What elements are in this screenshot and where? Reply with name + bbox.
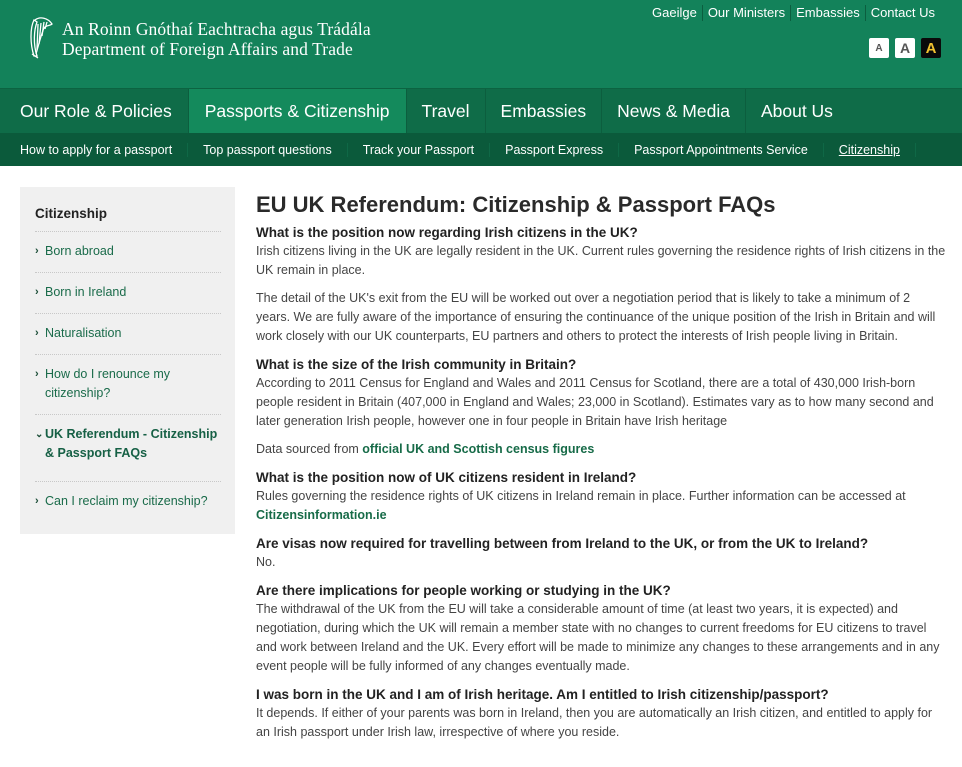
- faq-item: I was born in the UK and I am of Irish h…: [256, 685, 946, 742]
- utility-nav: Gaeilge Our Ministers Embassies Contact …: [647, 5, 940, 21]
- chevron-right-icon: ›: [35, 495, 39, 507]
- answer-text: Rules governing the residence rights of …: [256, 489, 906, 503]
- util-link-embassies[interactable]: Embassies: [790, 5, 865, 21]
- logo-line-english: Department of Foreign Affairs and Trade: [62, 39, 353, 59]
- dfa-logo-link[interactable]: An Roinn Gnóthaí Eachtracha agus Trádála…: [28, 14, 371, 60]
- faq-question: What is the size of the Irish community …: [256, 357, 577, 372]
- site-header: An Roinn Gnóthaí Eachtracha agus Trádála…: [0, 0, 962, 88]
- citizens-information-link[interactable]: Citizensinformation.ie: [256, 508, 387, 522]
- logo-line-irish: An Roinn Gnóthaí Eachtracha agus Trádála: [62, 19, 371, 39]
- sidebar-item-naturalisation[interactable]: › Naturalisation: [35, 314, 221, 355]
- faq-answer: Rules governing the residence rights of …: [256, 487, 946, 525]
- faq-question: Are visas now required for travelling be…: [256, 536, 869, 551]
- sidebar-item-reclaim[interactable]: › Can I reclaim my citizenship?: [35, 482, 221, 522]
- sidebar-item-label: UK Referendum - Citizenship & Passport F…: [45, 427, 218, 460]
- text-size-large-button[interactable]: A: [895, 38, 915, 58]
- harp-icon: [30, 17, 53, 59]
- util-link-contact-us[interactable]: Contact Us: [864, 5, 940, 21]
- text-size-small-button[interactable]: A: [869, 38, 889, 58]
- sidebar-item-renounce[interactable]: › How do I renounce my citizenship?: [35, 355, 221, 415]
- subnav-citizenship[interactable]: Citizenship: [824, 142, 916, 157]
- util-link-gaeilge[interactable]: Gaeilge: [647, 5, 702, 21]
- source-prefix: Data sourced from: [256, 442, 363, 456]
- faq-source: Data sourced from official UK and Scotti…: [256, 440, 946, 459]
- faq-answer: Irish citizens living in the UK are lega…: [256, 244, 946, 277]
- subnav-passport-express[interactable]: Passport Express: [490, 142, 620, 157]
- sidebar-item-label: Born in Ireland: [45, 285, 127, 299]
- sidebar: Citizenship › Born abroad › Born in Irel…: [20, 187, 235, 534]
- sidebar-item-born-in-ireland[interactable]: › Born in Ireland: [35, 273, 221, 314]
- main-content: EU UK Referendum: Citizenship & Passport…: [256, 187, 946, 751]
- nav-about-us[interactable]: About Us: [746, 89, 848, 133]
- faq-item: Are there implications for people workin…: [256, 581, 946, 676]
- page-content: Citizenship › Born abroad › Born in Irel…: [0, 166, 962, 751]
- nav-our-role-policies[interactable]: Our Role & Policies: [0, 89, 189, 133]
- nav-passports-citizenship[interactable]: Passports & Citizenship: [188, 89, 407, 133]
- nav-travel[interactable]: Travel: [407, 89, 486, 133]
- faq-question: What is the position now regarding Irish…: [256, 225, 638, 240]
- sidebar-item-uk-referendum[interactable]: ⌄ UK Referendum - Citizenship & Passport…: [35, 415, 221, 482]
- sidebar-title: Citizenship: [35, 199, 221, 232]
- census-figures-link[interactable]: official UK and Scottish census figures: [362, 442, 594, 456]
- text-size-controls: A A A: [869, 38, 941, 58]
- faq-item: Are visas now required for travelling be…: [256, 534, 946, 572]
- sidebar-item-label: Born abroad: [45, 244, 114, 258]
- subnav-how-to-apply[interactable]: How to apply for a passport: [0, 142, 189, 157]
- sidebar-item-label: How do I renounce my citizenship?: [45, 367, 171, 400]
- faq-answer: According to 2011 Census for England and…: [256, 376, 934, 428]
- subnav-track-passport[interactable]: Track your Passport: [348, 142, 491, 157]
- chevron-right-icon: ›: [35, 245, 39, 257]
- faq-question: Are there implications for people workin…: [256, 583, 671, 598]
- high-contrast-button[interactable]: A: [921, 38, 941, 58]
- faq-answer: The withdrawal of the UK from the EU wil…: [256, 602, 940, 673]
- faq-item: What is the size of the Irish community …: [256, 355, 946, 459]
- faq-answer: No.: [256, 555, 276, 569]
- faq-answer: It depends. If either of your parents wa…: [256, 706, 933, 739]
- util-link-our-ministers[interactable]: Our Ministers: [701, 5, 790, 21]
- chevron-right-icon: ›: [35, 327, 39, 339]
- sidebar-item-label: Naturalisation: [45, 326, 122, 340]
- faq-question: I was born in the UK and I am of Irish h…: [256, 687, 829, 702]
- faq-item: What is the position now of UK citizens …: [256, 468, 946, 525]
- sidebar-item-label: Can I reclaim my citizenship?: [45, 494, 208, 508]
- faq-answer: The detail of the UK's exit from the EU …: [256, 291, 936, 343]
- main-nav: Our Role & Policies Passports & Citizens…: [0, 88, 962, 133]
- faq-item: What is the position now regarding Irish…: [256, 223, 946, 346]
- sidebar-item-born-abroad[interactable]: › Born abroad: [35, 232, 221, 273]
- chevron-down-icon: ⌄: [35, 429, 44, 440]
- nav-embassies[interactable]: Embassies: [486, 89, 603, 133]
- sub-nav: How to apply for a passport Top passport…: [0, 133, 962, 166]
- chevron-right-icon: ›: [35, 368, 39, 380]
- subnav-top-questions[interactable]: Top passport questions: [188, 142, 348, 157]
- subnav-appointments[interactable]: Passport Appointments Service: [619, 142, 824, 157]
- chevron-right-icon: ›: [35, 286, 39, 298]
- nav-news-media[interactable]: News & Media: [602, 89, 746, 133]
- faq-question: What is the position now of UK citizens …: [256, 470, 637, 485]
- page-title: EU UK Referendum: Citizenship & Passport…: [256, 192, 776, 217]
- logo-text: An Roinn Gnóthaí Eachtracha agus Trádála…: [62, 14, 371, 59]
